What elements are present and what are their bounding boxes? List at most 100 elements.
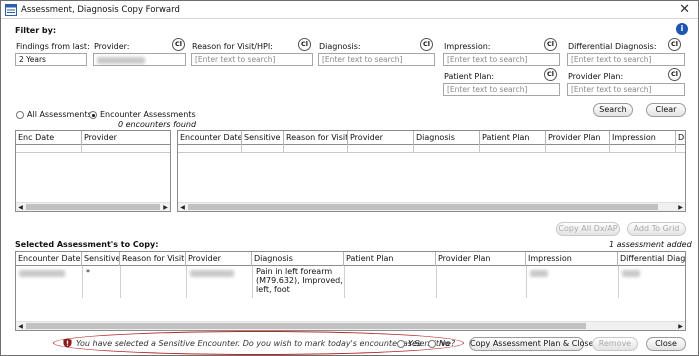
col-encounter-date[interactable]: Encounter Date xyxy=(16,252,82,266)
selected-assessments-grid[interactable]: Encounter Date Sensitive Reason for Visi… xyxy=(15,251,686,331)
filter-cell xyxy=(16,145,82,153)
scroll-right-icon[interactable]: ▶ xyxy=(676,203,685,212)
sensitive-no-radio[interactable] xyxy=(428,340,436,348)
scroll-thumb[interactable] xyxy=(26,204,160,210)
col-patient-plan[interactable]: Patient Plan xyxy=(480,131,546,145)
encounter-assessments-radio[interactable] xyxy=(89,111,97,119)
diagnosis-line-1: Pain in left forearm xyxy=(256,267,333,276)
impression-label: Impression: xyxy=(444,42,491,51)
differential-label: Differential Diagnosis: xyxy=(568,42,657,51)
title-bar: Assessment, Diagnosis Copy Forward ✕ xyxy=(1,1,698,19)
provider-plan-label: Provider Plan: xyxy=(568,72,624,81)
col-provider-plan[interactable]: Provider Plan xyxy=(436,252,526,266)
scroll-thumb[interactable] xyxy=(26,323,586,329)
filter-cell xyxy=(546,145,610,153)
col-impression[interactable]: Impression xyxy=(526,252,618,266)
all-assessments-radio[interactable] xyxy=(16,111,24,119)
provider-plan-search-input[interactable]: [Enter text to search] xyxy=(567,83,685,96)
reason-search-input[interactable]: [Enter text to search] xyxy=(191,53,313,66)
sensitive-yes-radio[interactable] xyxy=(397,340,405,348)
scroll-right-icon[interactable]: ▶ xyxy=(161,203,170,212)
provider-clear-icon[interactable]: Cl xyxy=(172,38,185,51)
differential-clear-icon[interactable]: Cl xyxy=(668,38,681,51)
scroll-left-icon[interactable]: ◀ xyxy=(16,322,25,331)
col-impression[interactable]: Impression xyxy=(610,131,676,145)
scroll-thumb[interactable] xyxy=(188,204,658,210)
col-patient-plan[interactable]: Patient Plan xyxy=(344,252,436,266)
filter-heading: Filter by: xyxy=(15,26,57,35)
findings-field[interactable]: 2 Years xyxy=(15,53,87,66)
col-encounter-date[interactable]: Encounter Date xyxy=(178,131,242,145)
encounter-date-cell xyxy=(19,269,65,278)
scroll-left-icon[interactable]: ◀ xyxy=(178,203,187,212)
col-sensitive[interactable]: Sensitive xyxy=(82,252,120,266)
patient-plan-clear-icon[interactable]: Cl xyxy=(544,68,557,81)
cell-divider xyxy=(344,266,345,298)
col-provider[interactable]: Provider xyxy=(82,131,170,145)
table-row[interactable]: * Pain in left forearm (M79.632), Improv… xyxy=(16,266,685,298)
col-differential[interactable]: Differential Diagno xyxy=(618,252,685,266)
all-assessments-label: All Assessments xyxy=(27,110,92,119)
col-provider[interactable]: Provider xyxy=(348,131,414,145)
findings-label: Findings from last: xyxy=(16,42,90,51)
add-to-grid-button[interactable]: Add To Grid xyxy=(627,222,686,236)
scroll-left-icon[interactable]: ◀ xyxy=(16,203,25,212)
col-diagnosis[interactable]: Diagnosis xyxy=(414,131,480,145)
diagnosis-search-input[interactable]: [Enter text to search] xyxy=(318,53,435,66)
copy-plan-close-button[interactable]: Copy Assessment Plan & Close xyxy=(469,337,594,351)
impression-search-input[interactable]: [Enter text to search] xyxy=(443,53,560,66)
reason-label: Reason for Visit/HPI: xyxy=(192,42,273,51)
provider-label: Provider: xyxy=(94,42,130,51)
filter-cell xyxy=(348,145,414,153)
selected-header: Encounter Date Sensitive Reason for Visi… xyxy=(16,252,685,266)
remove-button[interactable]: Remove xyxy=(592,337,638,351)
col-sensitive[interactable]: Sensitive xyxy=(242,131,284,145)
filter-cell xyxy=(284,145,348,153)
encounter-list-grid[interactable]: Enc Date Provider ◀ ▶ xyxy=(15,130,171,212)
clear-button[interactable]: Clear xyxy=(646,103,686,117)
impression-clear-icon[interactable]: Cl xyxy=(544,38,557,51)
differential-search-input[interactable]: [Enter text to search] xyxy=(567,53,685,66)
cell-divider xyxy=(186,266,187,298)
impression-cell xyxy=(530,269,548,278)
patient-plan-search-input[interactable]: [Enter text to search] xyxy=(443,83,560,96)
filter-cell xyxy=(480,145,546,153)
col-provider-plan[interactable]: Provider Plan xyxy=(546,131,610,145)
sensitive-no-label: No xyxy=(439,339,450,348)
assessment-list-header: Encounter Date Sensitive Reason for Visi… xyxy=(178,131,685,145)
col-enc-date[interactable]: Enc Date xyxy=(16,131,82,145)
scroll-right-icon[interactable]: ▶ xyxy=(676,322,685,331)
cell-divider xyxy=(618,266,619,298)
assessment-list-scrollbar[interactable]: ◀ ▶ xyxy=(178,202,685,211)
col-reason-for-visit[interactable]: Reason for Visit xyxy=(120,252,186,266)
col-differential[interactable]: Diff Dia xyxy=(676,131,685,145)
info-icon[interactable]: i xyxy=(676,23,688,35)
col-provider[interactable]: Provider xyxy=(186,252,252,266)
cell-divider xyxy=(120,266,121,298)
assessment-list-grid[interactable]: Encounter Date Sensitive Reason for Visi… xyxy=(177,130,686,212)
filter-cell xyxy=(414,145,480,153)
filter-cell xyxy=(242,145,284,153)
copy-forward-window: Assessment, Diagnosis Copy Forward ✕ Fil… xyxy=(0,0,699,356)
encounters-count: 0 encounters found xyxy=(118,120,197,129)
diagnosis-clear-icon[interactable]: Cl xyxy=(420,38,433,51)
col-reason-for-visit[interactable]: Reason for Visit xyxy=(284,131,348,145)
diagnosis-label: Diagnosis: xyxy=(319,42,361,51)
selected-heading: Selected Assessment's to Copy: xyxy=(15,240,159,249)
copy-all-button[interactable]: Copy All Dx/AP xyxy=(556,222,620,236)
search-button[interactable]: Search xyxy=(593,103,633,117)
cell-divider xyxy=(82,266,83,298)
encounter-list-header: Enc Date Provider xyxy=(16,131,170,145)
col-diagnosis[interactable]: Diagnosis xyxy=(252,252,344,266)
cell-divider xyxy=(436,266,437,298)
provider-plan-clear-icon[interactable]: Cl xyxy=(668,68,681,81)
reason-clear-icon[interactable]: Cl xyxy=(298,38,311,51)
close-button[interactable]: Close xyxy=(646,337,686,351)
app-window-icon xyxy=(5,4,17,16)
sensitive-cell: * xyxy=(86,268,90,277)
encounter-list-scrollbar[interactable]: ◀ ▶ xyxy=(16,202,170,211)
provider-field[interactable] xyxy=(93,53,186,66)
close-window-icon[interactable]: ✕ xyxy=(679,2,690,17)
sensitive-yes-label: Yes xyxy=(408,339,422,348)
selected-scrollbar[interactable]: ◀ ▶ xyxy=(16,321,685,330)
